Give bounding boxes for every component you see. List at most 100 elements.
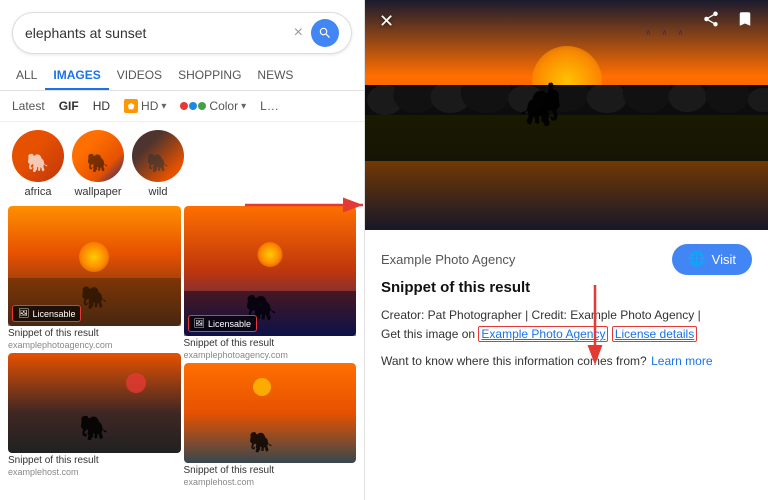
tab-shopping[interactable]: SHOPPING [170,62,249,90]
topic-africa-circle: 🐘 [12,130,64,182]
grid-image-3-thumb: 🐘 [8,353,181,453]
color-dropdown-arrow: ▾ [241,101,246,112]
topic-africa-label: africa [25,186,52,198]
color-dot-red [180,102,188,110]
filter-gif[interactable]: GIF [55,97,83,115]
filter-color-label: Color [209,99,238,113]
grid-image-3[interactable]: 🐘 Snippet of this result examplehost.com [8,353,181,477]
topic-wallpaper[interactable]: 🐘 wallpaper [72,130,124,198]
grid-image-1-source: examplephotoagency.com [8,340,181,350]
licensable-badge-1: 🖼 Licensable [12,305,81,322]
get-image-text: Get this image on [381,327,475,341]
grid-image-3-snippet: Snippet of this result [8,455,181,467]
topic-wallpaper-circle: 🐘 [72,130,124,182]
header-controls: ✕ [365,0,768,43]
close-button[interactable]: ✕ [379,11,394,32]
color-dot-blue [189,102,197,110]
search-bar: × [12,12,352,54]
visit-label: Visit [712,252,736,267]
image-grid: 🐘 🖼 Licensable Snippet of this result ex… [0,206,364,500]
tab-news[interactable]: NEWS [249,62,301,90]
globe-icon: 🌐 [688,251,705,268]
tabs-bar: ALL IMAGES VIDEOS SHOPPING NEWS [0,62,364,91]
topic-wallpaper-label: wallpaper [74,186,121,198]
topic-wild[interactable]: 🐘 wild [132,130,184,198]
agency-name: Example Photo Agency [381,252,515,267]
image-col-2: 🐘 🖼 Licensable Snippet of this result ex… [184,206,357,500]
img3-sun [126,373,146,393]
filter-latest[interactable]: Latest [8,97,49,115]
search-input[interactable] [25,25,294,41]
filter-product-label: HD [141,99,158,113]
filter-hd[interactable]: HD [89,97,114,115]
agency-row: Example Photo Agency 🌐 Visit [381,244,752,275]
detail-snippet-title: Snippet of this result [381,279,752,296]
wallpaper-elephant-icon: 🐘 [87,153,109,174]
grid-image-2-snippet: Snippet of this result [184,338,357,350]
tab-images[interactable]: IMAGES [45,62,108,90]
hero-image: 🐘 🧍 ∧ ∧ ∧ ✕ [365,0,768,230]
right-panel: 🐘 🧍 ∧ ∧ ∧ ✕ [365,0,768,500]
bookmark-icon [736,10,754,28]
filter-gif-label: GIF [59,99,79,113]
image-col-1: 🐘 🖼 Licensable Snippet of this result ex… [8,206,181,500]
licensable-icon-1: 🖼 [18,308,29,319]
img2-sun [257,242,282,267]
tab-videos[interactable]: VIDEOS [109,62,170,90]
share-button[interactable] [702,10,720,33]
topic-wild-circle: 🐘 [132,130,184,182]
filter-bar: Latest GIF HD ⬟ HD ▾ Color ▾ L… [0,91,364,122]
learn-more-row: Want to know where this information come… [381,352,752,371]
hero-rider: 🧍 [542,82,559,99]
grid-image-4[interactable]: 🐘 Snippet of this result examplehost.com [184,363,357,487]
creator-info: Creator: Pat Photographer | Credit: Exam… [381,308,701,322]
tab-all[interactable]: ALL [8,62,45,90]
right-info: Example Photo Agency 🌐 Visit Snippet of … [365,230,768,500]
agency-link[interactable]: Example Photo Agency [478,326,608,342]
grid-image-1-snippet: Snippet of this result [8,328,181,340]
filter-latest-label: Latest [12,99,45,113]
bookmark-button[interactable] [736,10,754,33]
header-right-controls [702,10,754,33]
licensable-badge-2: 🖼 Licensable [188,315,257,332]
grid-image-4-thumb: 🐘 [184,363,357,463]
grid-image-2[interactable]: 🐘 🖼 Licensable Snippet of this result ex… [184,206,357,360]
licensable-icon-2: 🖼 [194,318,205,329]
left-panel: × ALL IMAGES VIDEOS SHOPPING NEWS Latest… [0,0,365,500]
product-dropdown-arrow: ▾ [161,101,166,112]
grid-image-4-source: examplehost.com [184,477,357,487]
licensable-text-2: Licensable [208,319,251,329]
learn-more-prefix: Want to know where this information come… [381,354,647,368]
grid-image-4-snippet: Snippet of this result [184,465,357,477]
img1-sun [79,242,109,272]
search-button[interactable] [311,19,339,47]
share-icon [702,10,720,28]
img3-elephant: 🐘 [79,414,109,443]
clear-button[interactable]: × [294,24,303,42]
africa-elephant-icon: 🐘 [27,153,49,174]
filter-product[interactable]: ⬟ HD ▾ [120,97,170,115]
product-icon: ⬟ [124,99,138,113]
filter-hd-label: HD [93,99,110,113]
grid-image-3-source: examplehost.com [8,467,181,477]
filter-more[interactable]: L… [256,97,283,115]
img4-elephant: 🐘 [249,430,274,455]
color-dot-green [198,102,206,110]
licensable-text-1: Licensable [32,309,75,319]
learn-more-link[interactable]: Learn more [651,354,712,368]
visit-button[interactable]: 🌐 Visit [672,244,752,275]
filter-more-label: L… [260,99,279,113]
filter-color[interactable]: Color ▾ [176,97,250,115]
color-circles [180,102,206,110]
topic-africa[interactable]: 🐘 africa [12,130,64,198]
topic-wild-label: wild [149,186,168,198]
creator-text: Creator: Pat Photographer | Credit: Exam… [381,306,752,344]
water-reflection [365,161,768,230]
topics-row: 🐘 africa 🐘 wallpaper 🐘 wild [0,122,364,206]
grid-image-1[interactable]: 🐘 🖼 Licensable Snippet of this result ex… [8,206,181,350]
license-details-link[interactable]: License details [612,326,697,342]
search-icon [318,26,332,40]
grid-image-2-source: examplephotoagency.com [184,350,357,360]
img4-sun [253,378,271,396]
wild-elephant-icon: 🐘 [147,153,169,174]
